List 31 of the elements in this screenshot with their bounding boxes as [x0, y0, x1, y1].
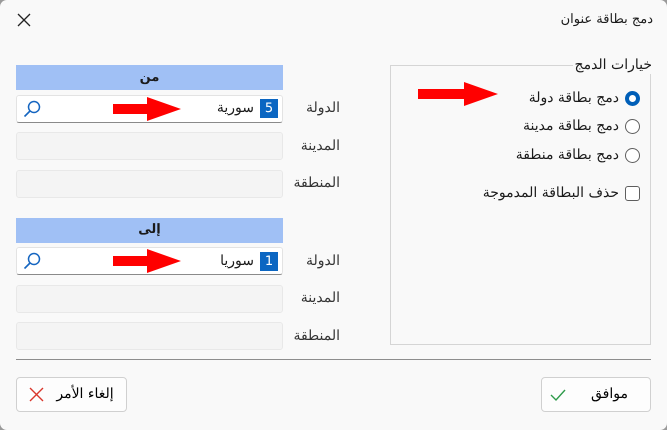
field-value: سوريا [220, 252, 254, 271]
option-label[interactable]: دمج بطاقة منطقة [516, 144, 619, 166]
close-icon [29, 387, 44, 402]
section-header: إلى [16, 218, 283, 242]
window-title: دمج بطاقة عنوان [560, 11, 653, 30]
field-label: المنطقة [292, 174, 340, 194]
radio-button[interactable] [625, 90, 640, 106]
section-header: من [16, 65, 283, 90]
option-label[interactable]: دمج بطاقة دولة [528, 88, 619, 109]
option-label[interactable]: دمج بطاقة مدينة [523, 116, 619, 138]
field-label: الدولة [304, 99, 340, 118]
checkbox[interactable] [625, 186, 640, 202]
field-label: الدولة [304, 252, 340, 271]
ok-button[interactable]: موافق [541, 377, 651, 412]
radio-button[interactable] [625, 148, 640, 163]
arrow-annotation [113, 249, 181, 274]
checkbox-label[interactable]: حذف البطاقة المدموجة [482, 183, 619, 204]
field-label: المنطقة [292, 326, 340, 346]
field-label: المدينة [300, 136, 340, 156]
cancel-button[interactable]: إلغاء الأمر [16, 377, 127, 412]
search-icon[interactable] [23, 100, 41, 118]
close-icon[interactable] [17, 13, 31, 27]
field-label: المدينة [300, 289, 340, 308]
code-badge: 1 [260, 252, 278, 271]
check-icon [550, 388, 566, 402]
arrow-annotation [113, 96, 181, 121]
search-icon[interactable] [23, 252, 41, 270]
radio-button[interactable] [625, 119, 640, 134]
field-value: سورية [216, 99, 254, 118]
group-title: خيارات الدمج [572, 56, 654, 74]
code-badge: 5 [260, 99, 278, 118]
